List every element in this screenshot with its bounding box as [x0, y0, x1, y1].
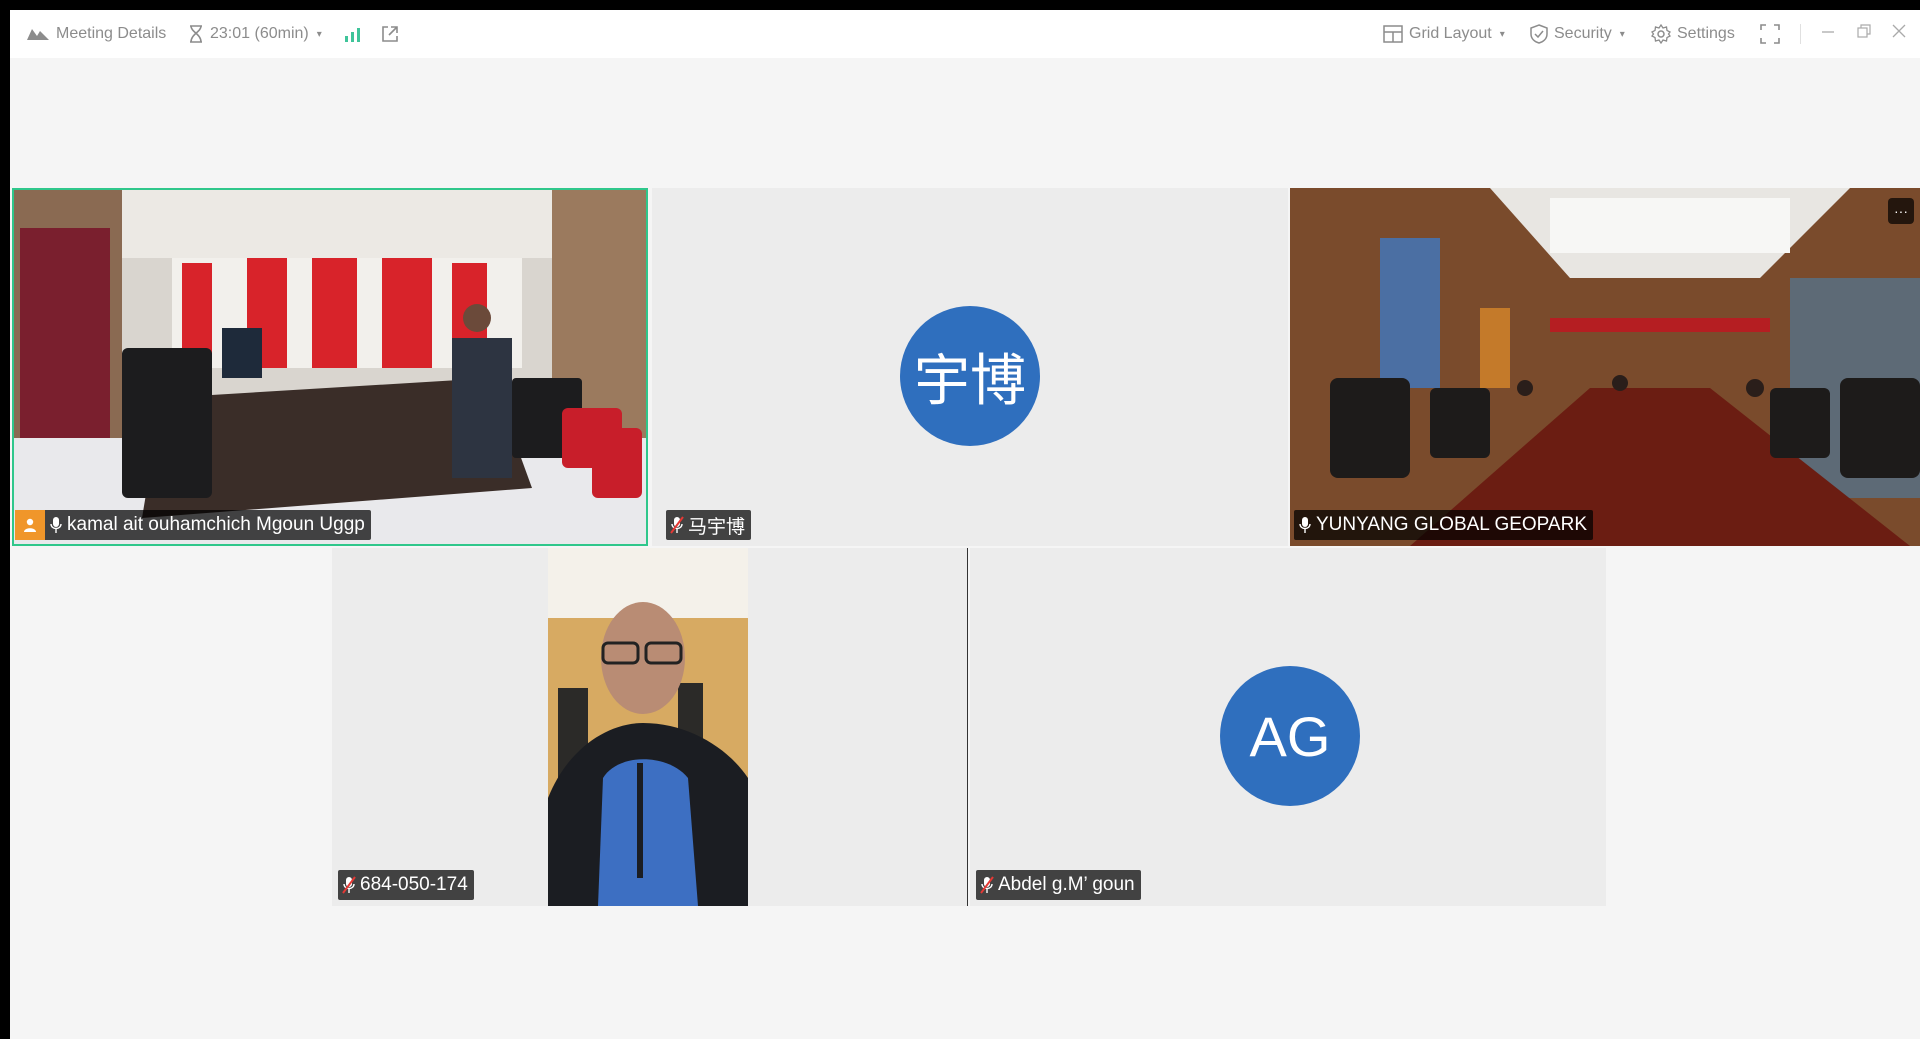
participant-name-tag: Abdel g.M’ goun — [976, 870, 1141, 900]
avatar-initials: 宇博 — [914, 348, 1026, 412]
mic-muted-icon — [342, 876, 356, 894]
avatar-initials: AG — [1249, 704, 1331, 768]
participant-name-tag: kamal ait ouhamchich Mgoun Uggp — [15, 510, 371, 540]
meeting-timer[interactable]: 23:01 (60min) ▾ — [188, 25, 322, 43]
signal-bars-icon — [344, 26, 362, 42]
fullscreen-icon — [1760, 24, 1780, 44]
avatar: 宇博 — [900, 306, 1040, 446]
video-tile-kamal[interactable]: kamal ait ouhamchich Mgoun Uggp — [12, 188, 648, 546]
network-status-button[interactable] — [344, 26, 362, 42]
meeting-window: Meeting Details 23:01 (60min) ▾ Grid Lay… — [10, 10, 1920, 1039]
meeting-details-label: Meeting Details — [56, 25, 167, 42]
minimize-button[interactable] — [1821, 22, 1835, 42]
share-out-button[interactable] — [380, 24, 400, 44]
chevron-down-icon: ▾ — [1619, 28, 1625, 40]
meeting-toolbar: Meeting Details 23:01 (60min) ▾ Grid Lay… — [10, 10, 1920, 58]
meeting-logo-icon — [26, 26, 50, 42]
participant-name: kamal ait ouhamchich Mgoun Uggp — [67, 514, 365, 535]
more-icon: ··· — [1894, 203, 1908, 219]
participant-name: 684-050-174 — [360, 874, 468, 895]
video-feed-portrait — [548, 548, 748, 906]
participant-name: Abdel g.M’ goun — [998, 874, 1135, 895]
shield-icon — [1530, 24, 1548, 44]
grid-layout-label: Grid Layout — [1409, 25, 1492, 42]
participant-name-tag: 马宇博 — [666, 510, 752, 540]
gear-icon — [1651, 24, 1671, 44]
participant-name: YUNYANG GLOBAL GEOPARK — [1316, 514, 1588, 535]
grid-layout-button[interactable]: Grid Layout ▾ — [1383, 25, 1505, 43]
video-tile-yunyang[interactable]: ··· YUNYANG GLOBAL GEOPARK — [1290, 188, 1920, 546]
security-label: Security — [1554, 25, 1612, 42]
close-icon — [1892, 22, 1906, 42]
tile-divider — [967, 548, 968, 906]
video-feed-meeting-hall — [1290, 188, 1920, 546]
settings-button[interactable]: Settings — [1651, 24, 1735, 44]
active-speaker-border — [12, 188, 648, 546]
video-tile-ma-yubo[interactable]: 宇博 马宇博 — [652, 188, 1288, 546]
mic-icon — [49, 516, 63, 534]
grid-icon — [1383, 25, 1403, 43]
restore-icon — [1857, 22, 1871, 42]
toolbar-divider — [1800, 24, 1801, 44]
mic-muted-icon — [670, 516, 684, 534]
participant-name-tag: YUNYANG GLOBAL GEOPARK — [1294, 510, 1594, 540]
meeting-details-button[interactable]: Meeting Details — [26, 25, 166, 43]
mic-muted-icon — [980, 876, 994, 894]
fullscreen-button[interactable] — [1760, 24, 1780, 44]
chevron-down-icon: ▾ — [316, 28, 322, 40]
participant-name-tag: 684-050-174 — [338, 870, 474, 900]
settings-label: Settings — [1677, 25, 1735, 42]
security-button[interactable]: Security ▾ — [1530, 24, 1625, 44]
hourglass-icon — [188, 25, 204, 43]
chevron-down-icon: ▾ — [1499, 28, 1505, 40]
close-button[interactable] — [1892, 22, 1906, 42]
video-tile-abdel[interactable]: AG Abdel g.M’ goun — [970, 548, 1606, 906]
minimize-icon — [1821, 22, 1835, 42]
timer-label: 23:01 (60min) — [210, 25, 309, 42]
avatar: AG — [1220, 666, 1360, 806]
restore-button[interactable] — [1857, 22, 1871, 42]
video-tile-684-050-174[interactable]: 684-050-174 — [332, 548, 968, 906]
mic-icon — [1298, 516, 1312, 534]
participant-name: 马宇博 — [688, 516, 746, 538]
host-person-icon — [15, 510, 45, 540]
more-options-button[interactable]: ··· — [1888, 198, 1914, 224]
share-out-icon — [380, 24, 400, 44]
